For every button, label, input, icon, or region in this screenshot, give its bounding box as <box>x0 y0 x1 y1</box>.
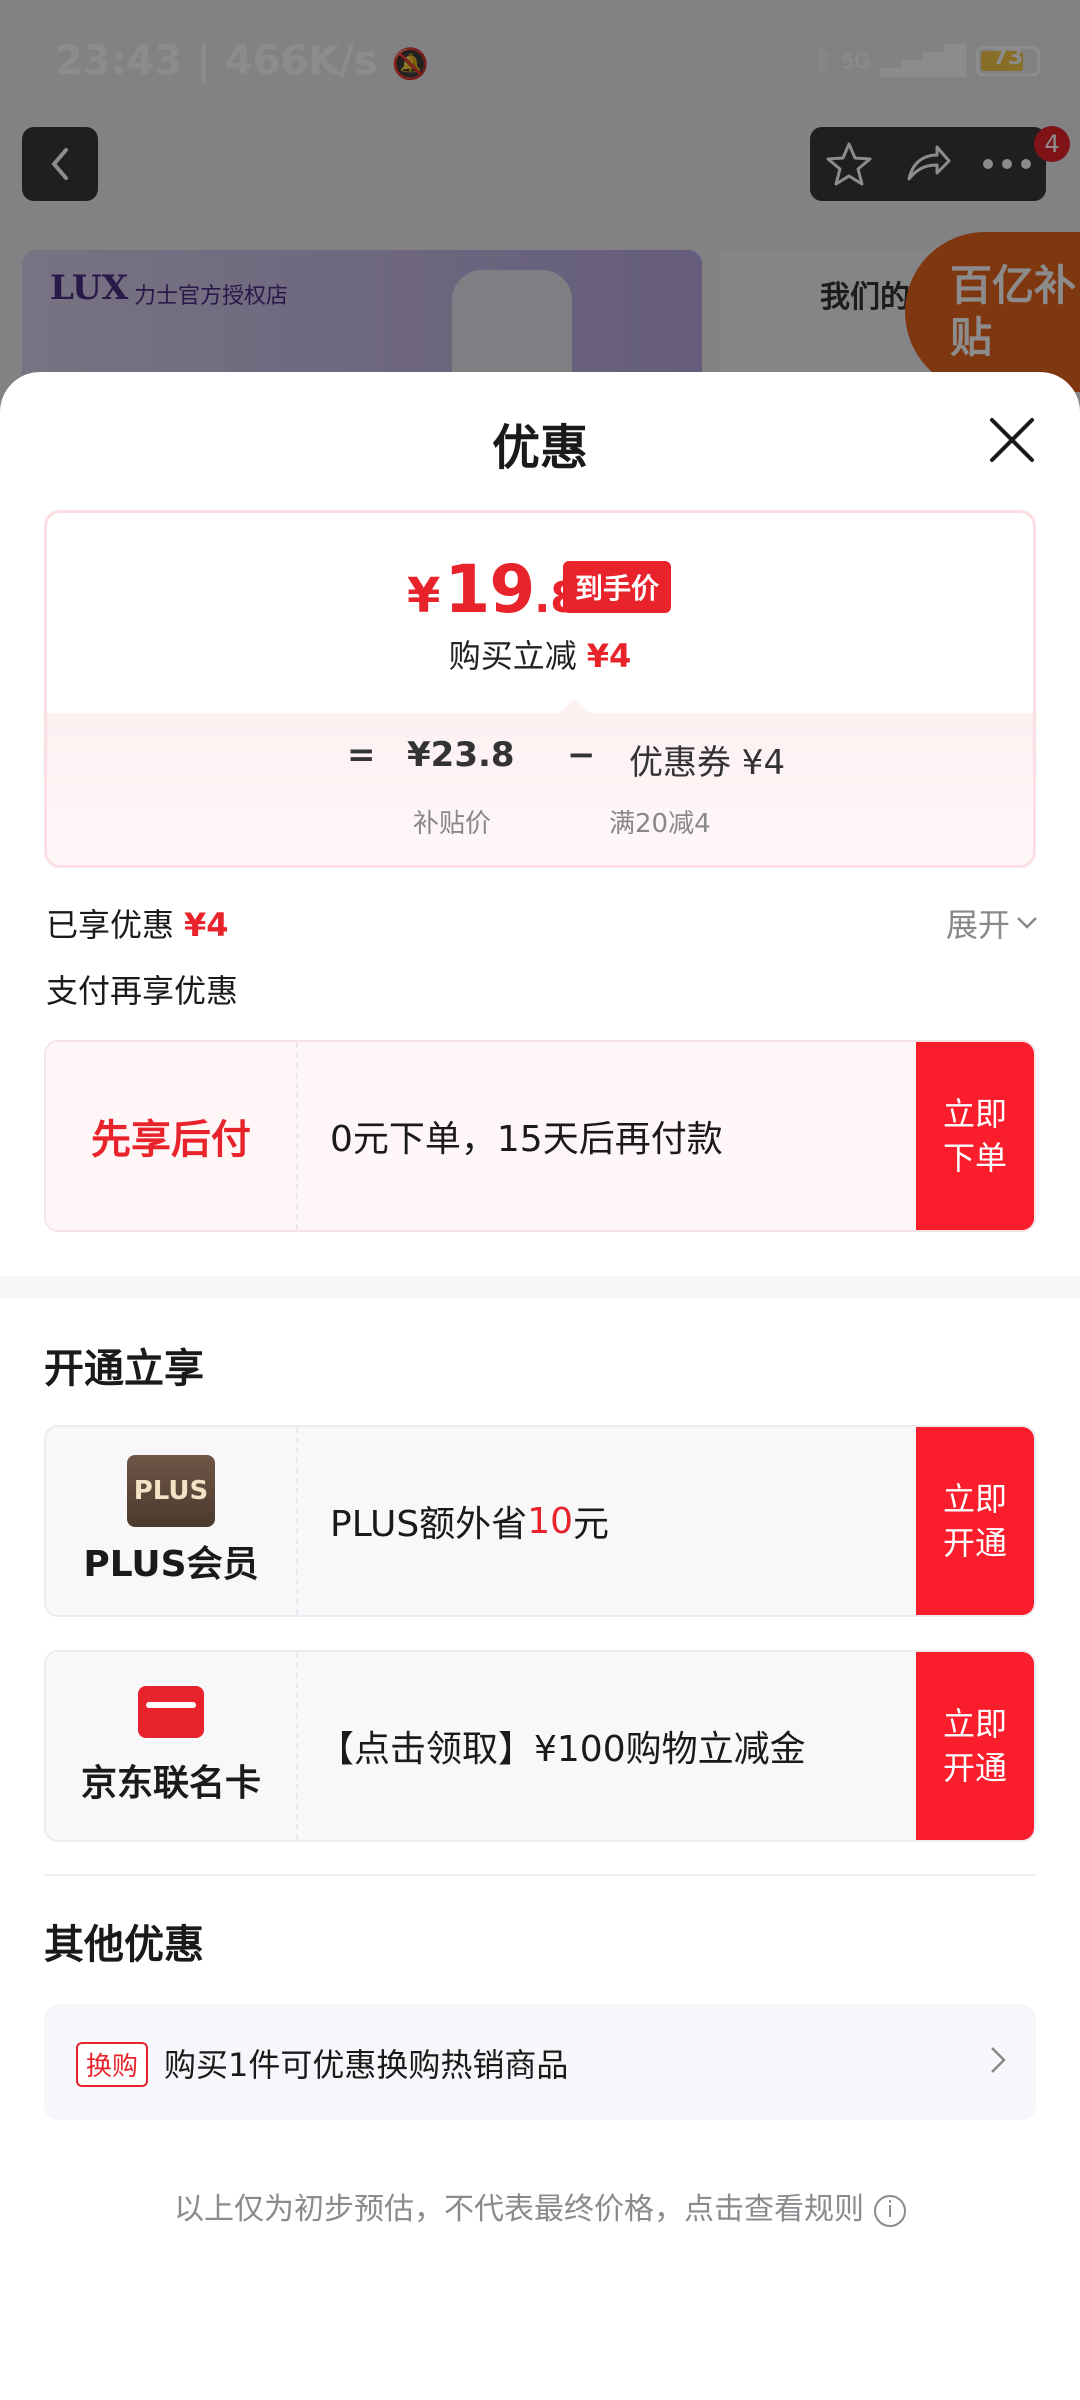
price-integer: 19 <box>444 551 535 628</box>
plus-left: PLUS PLUS会员 <box>46 1427 298 1615</box>
price-breakdown: = ¥23.8 − 优惠券 ¥4 <box>47 735 1033 795</box>
plus-text-before: PLUS额外省 <box>330 1504 528 1545</box>
subsidy-price-label: 补贴价 <box>413 809 492 839</box>
currency-symbol: ¥ <box>407 568 441 624</box>
sheet-title: 优惠 <box>491 420 588 476</box>
footer-note[interactable]: 以上仅为初步预估，不代表最终价格，点击查看规则 i <box>0 2184 1080 2228</box>
info-icon: i <box>874 2194 906 2227</box>
enjoyed-label: 已享优惠 <box>46 906 175 944</box>
jd-card-label: 京东联名卡 <box>80 1763 261 1804</box>
expand-button[interactable]: 展开 <box>946 900 1038 946</box>
close-icon <box>990 418 1034 462</box>
pay-later-left: 先享后付 <box>46 1042 298 1230</box>
plus-offer: PLUS PLUS会员 PLUS额外省 10 元 立即开通 <box>44 1425 1036 1617</box>
swap-offer-text: 购买1件可优惠换购热销商品 <box>164 2046 569 2084</box>
enjoyed-discount: 已享优惠 ¥4 <box>46 900 229 946</box>
final-price: ¥ 19 .8 <box>407 551 579 628</box>
dim-overlay[interactable] <box>0 0 1080 420</box>
equals-sign: = <box>347 735 376 775</box>
plus-logo: PLUS <box>127 1455 215 1527</box>
jd-card-left: 京东联名卡 <box>46 1652 298 1840</box>
reduce-amount: ¥4 <box>586 637 632 675</box>
subsidy-price: ¥23.8 <box>407 735 515 775</box>
plus-saving: 10 <box>527 1500 573 1542</box>
swap-offer-row[interactable]: 换购 购买1件可优惠换购热销商品 <box>44 2004 1036 2120</box>
section-divider <box>0 1276 1080 1298</box>
price-card: ¥ 19 .8 到手价 购买立减 ¥4 = ¥23.8 − 优惠券 ¥4 补贴价 … <box>44 510 1036 868</box>
credit-card-icon <box>138 1686 204 1738</box>
background-page: LUX 力士官方授权店 我们的 百亿补贴 23:43 | 466K/s 🔕 ᛒ … <box>0 0 1080 420</box>
open-card-button[interactable]: 立即开通 <box>916 1652 1034 1840</box>
chevron-right-icon <box>991 2047 1006 2073</box>
discount-sheet: 优惠 ¥ 19 .8 到手价 购买立减 ¥4 = ¥23.8 − 优惠券 ¥4 补… <box>0 372 1080 2400</box>
enjoyed-amount: ¥4 <box>184 906 229 944</box>
final-price-tag: 到手价 <box>563 561 672 613</box>
swap-tag: 换购 <box>76 2042 149 2087</box>
divider <box>44 1874 1036 1876</box>
jd-card-text: 【点击领取】¥100购物立减金 <box>318 1729 806 1770</box>
reduce-label: 购买立减 <box>448 637 577 675</box>
expand-label: 展开 <box>945 906 1010 944</box>
footer-note-text: 以上仅为初步预估，不代表最终价格，点击查看规则 <box>174 2192 864 2227</box>
other-section-title: 其他优惠 <box>44 1922 204 1968</box>
plus-text-after: 元 <box>573 1504 610 1545</box>
pay-more-label: 支付再享优惠 <box>46 972 239 1010</box>
close-button[interactable] <box>984 412 1040 468</box>
pay-later-title: 先享后付 <box>91 1117 251 1163</box>
order-now-button[interactable]: 立即下单 <box>916 1042 1034 1230</box>
jd-card-offer: 京东联名卡 【点击领取】¥100购物立减金 立即开通 <box>44 1650 1036 1842</box>
coupon-amount: 优惠券 ¥4 <box>629 743 786 783</box>
pay-later-text: 0元下单，15天后再付款 <box>330 1119 723 1160</box>
open-plus-button[interactable]: 立即开通 <box>916 1427 1034 1615</box>
minus-sign: − <box>567 735 596 775</box>
instant-reduce: 购买立减 ¥4 <box>47 631 1033 677</box>
pay-later-offer: 先享后付 0元下单，15天后再付款 立即下单 <box>44 1040 1036 1232</box>
plus-label: PLUS会员 <box>83 1544 259 1585</box>
plus-text: PLUS额外省 10 元 <box>330 1427 609 1615</box>
chevron-down-icon <box>1017 917 1037 929</box>
coupon-rule: 满20减4 <box>609 809 711 839</box>
membership-section-title: 开通立享 <box>44 1346 204 1392</box>
